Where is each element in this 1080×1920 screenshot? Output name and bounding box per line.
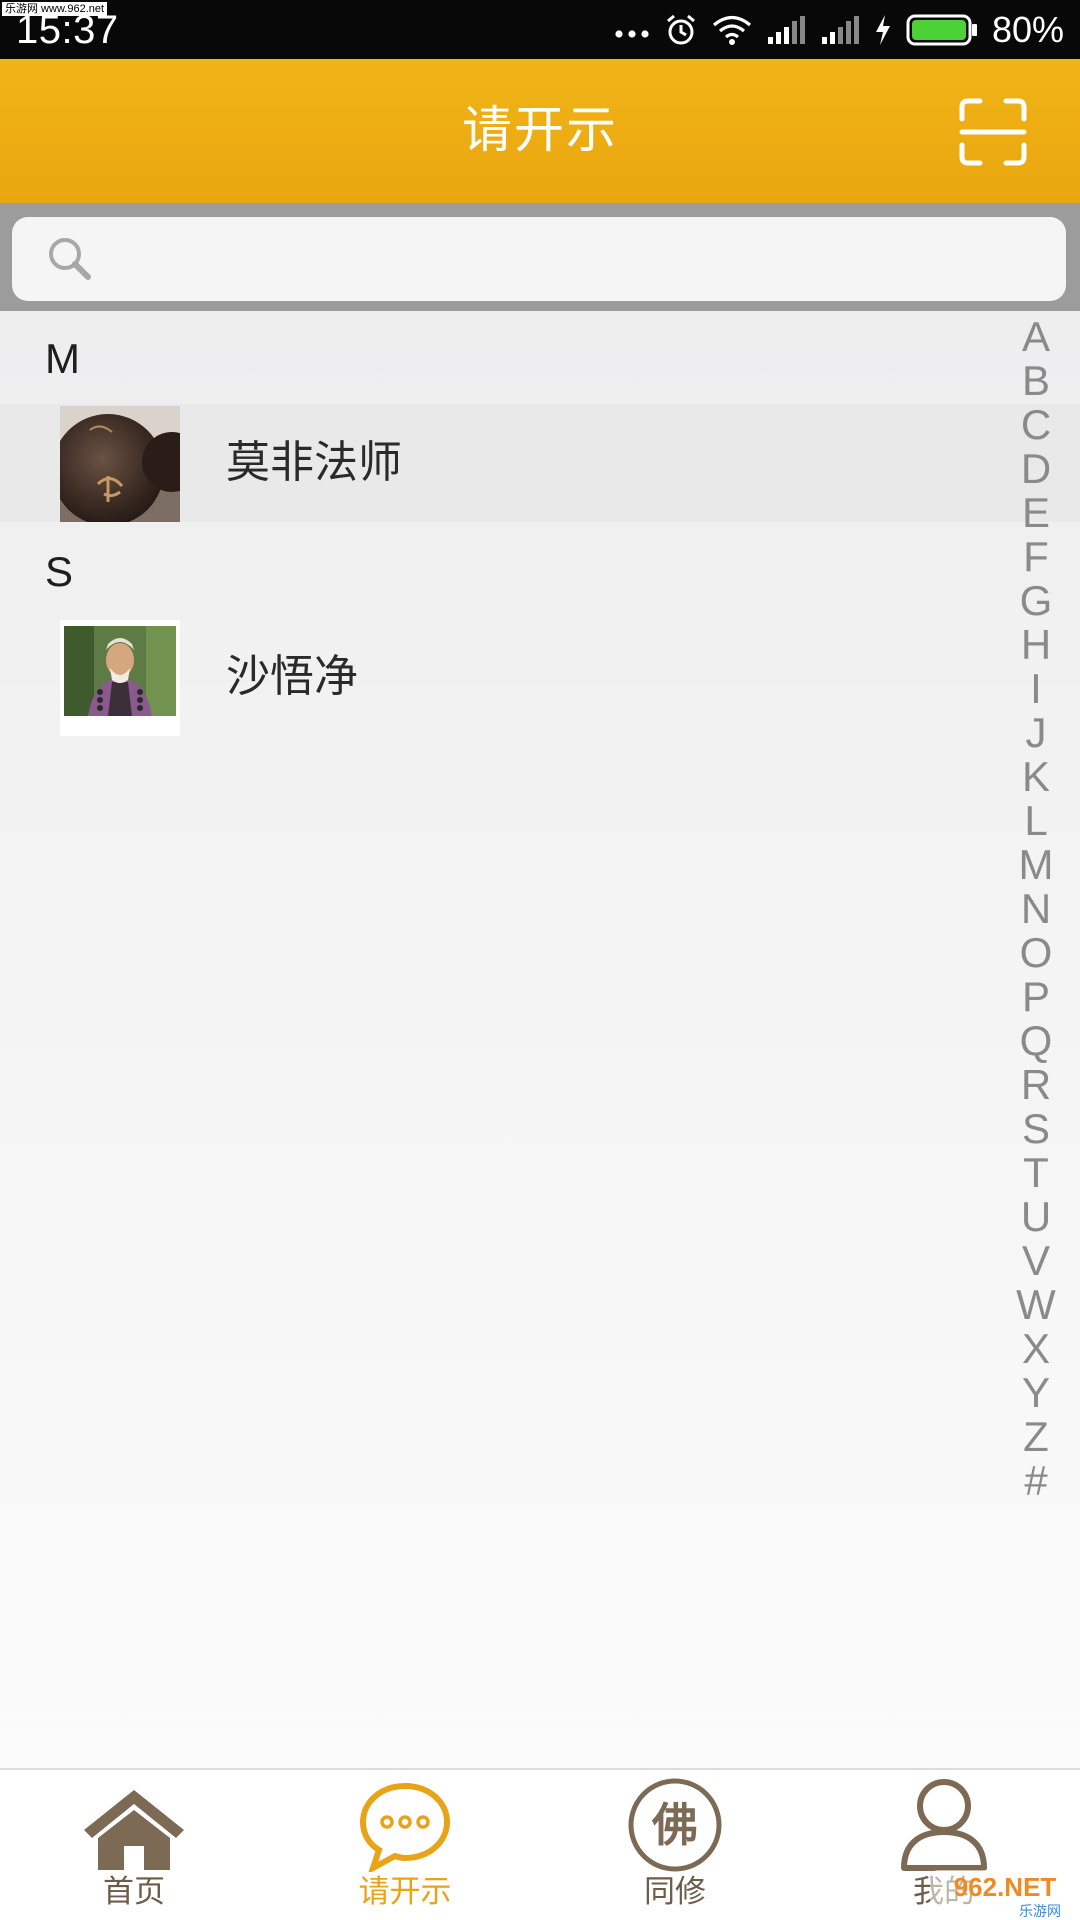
person-icon <box>901 1779 987 1871</box>
alpha-index-letter[interactable]: W <box>1010 1280 1062 1330</box>
alpha-index-letter[interactable]: C <box>1010 400 1062 450</box>
alpha-index-letter[interactable]: A <box>1010 312 1062 362</box>
search-area <box>0 203 1080 311</box>
signal-icon <box>767 16 805 44</box>
alpha-index-letter[interactable]: M <box>1010 840 1062 890</box>
prayer-bead-avatar <box>60 406 180 522</box>
alpha-index-letter[interactable]: E <box>1010 488 1062 538</box>
alpha-index-letter[interactable]: N <box>1010 884 1062 934</box>
more-dots-icon <box>615 30 649 38</box>
alpha-index-letter[interactable]: Y <box>1010 1368 1062 1418</box>
watermark-logo: 962.NET 乐游网 <box>930 1870 1080 1920</box>
watermark-brand: 962.NET <box>954 1872 1057 1902</box>
status-time: 15:37 <box>16 8 119 52</box>
alpha-index-letter[interactable]: Q <box>1010 1016 1062 1066</box>
scan-button[interactable] <box>958 97 1028 167</box>
contact-list: M 莫非法师 S 沙悟净 <box>0 311 1080 1768</box>
charging-icon <box>875 15 890 45</box>
page-title: 请开示 <box>462 101 618 159</box>
alpha-index-letter[interactable]: H <box>1010 620 1062 670</box>
status-icons: 80% <box>614 8 1064 52</box>
watermark-brand-cn: 乐游网 <box>1019 1904 1061 1920</box>
contact-item-mofei[interactable]: 莫非法师 <box>0 404 1080 522</box>
alpha-index-letter[interactable]: J <box>1010 708 1062 758</box>
alpha-index-letter[interactable]: P <box>1010 972 1062 1022</box>
contact-name: 沙悟净 <box>226 651 358 702</box>
alpha-index-letter[interactable]: L <box>1010 796 1062 846</box>
buddha-glyph: 佛 <box>651 1798 698 1852</box>
nav-label: 同修 <box>644 1874 706 1910</box>
nav-label: 请开示 <box>358 1874 452 1910</box>
section-header-s: S <box>45 548 74 595</box>
alpha-index-letter[interactable]: # <box>1010 1456 1062 1506</box>
alpha-index-letter[interactable]: X <box>1010 1324 1062 1374</box>
buddha-icon: 佛 <box>628 1778 722 1872</box>
nav-label: 首页 <box>103 1874 165 1910</box>
nav-item-home[interactable]: 首页 <box>24 1770 244 1920</box>
search-icon <box>49 238 91 280</box>
alpha-index-letter[interactable]: K <box>1010 752 1062 802</box>
contact-name: 莫非法师 <box>226 437 402 488</box>
wifi-icon <box>712 15 751 45</box>
alpha-index-letter[interactable]: Z <box>1010 1412 1062 1462</box>
app-header: 请开示 <box>0 59 1080 203</box>
alpha-index-letter[interactable]: G <box>1010 576 1062 626</box>
battery-icon <box>906 14 977 46</box>
section-header-m: M <box>45 335 80 382</box>
alpha-index-letter[interactable]: D <box>1010 444 1062 494</box>
search-input[interactable] <box>112 229 1046 291</box>
alarm-icon <box>666 14 695 45</box>
chat-bubble-icon <box>359 1782 451 1872</box>
alpha-index-letter[interactable]: S <box>1010 1104 1062 1154</box>
avatar <box>60 406 180 522</box>
alpha-index-letter[interactable]: O <box>1010 928 1062 978</box>
contact-item-shawujing[interactable]: 沙悟净 <box>0 618 1080 736</box>
alpha-index-letter[interactable]: T <box>1010 1148 1062 1198</box>
alpha-index-letter[interactable]: R <box>1010 1060 1062 1110</box>
alpha-index-letter[interactable]: V <box>1010 1236 1062 1286</box>
home-icon <box>84 1790 184 1870</box>
alpha-index-letter[interactable]: B <box>1010 356 1062 406</box>
search-box[interactable] <box>12 217 1066 301</box>
nav-item-fellow[interactable]: 佛 同修 <box>565 1770 785 1920</box>
scan-icon <box>959 98 1027 166</box>
alpha-index-letter[interactable]: I <box>1010 664 1062 714</box>
person-photo-avatar <box>60 620 180 736</box>
avatar <box>60 620 180 736</box>
alpha-index-letter[interactable]: F <box>1010 532 1062 582</box>
battery-percent: 80% <box>991 9 1064 50</box>
alpha-index-letter[interactable]: U <box>1010 1192 1062 1242</box>
bottom-nav: 首页 请开示 佛 同修 我的 <box>0 1768 1080 1920</box>
nav-item-consult[interactable]: 请开示 <box>295 1770 515 1920</box>
signal-icon-2 <box>821 16 859 44</box>
status-bar: 乐游网 www.962.net 15:37 80% <box>0 0 1080 59</box>
